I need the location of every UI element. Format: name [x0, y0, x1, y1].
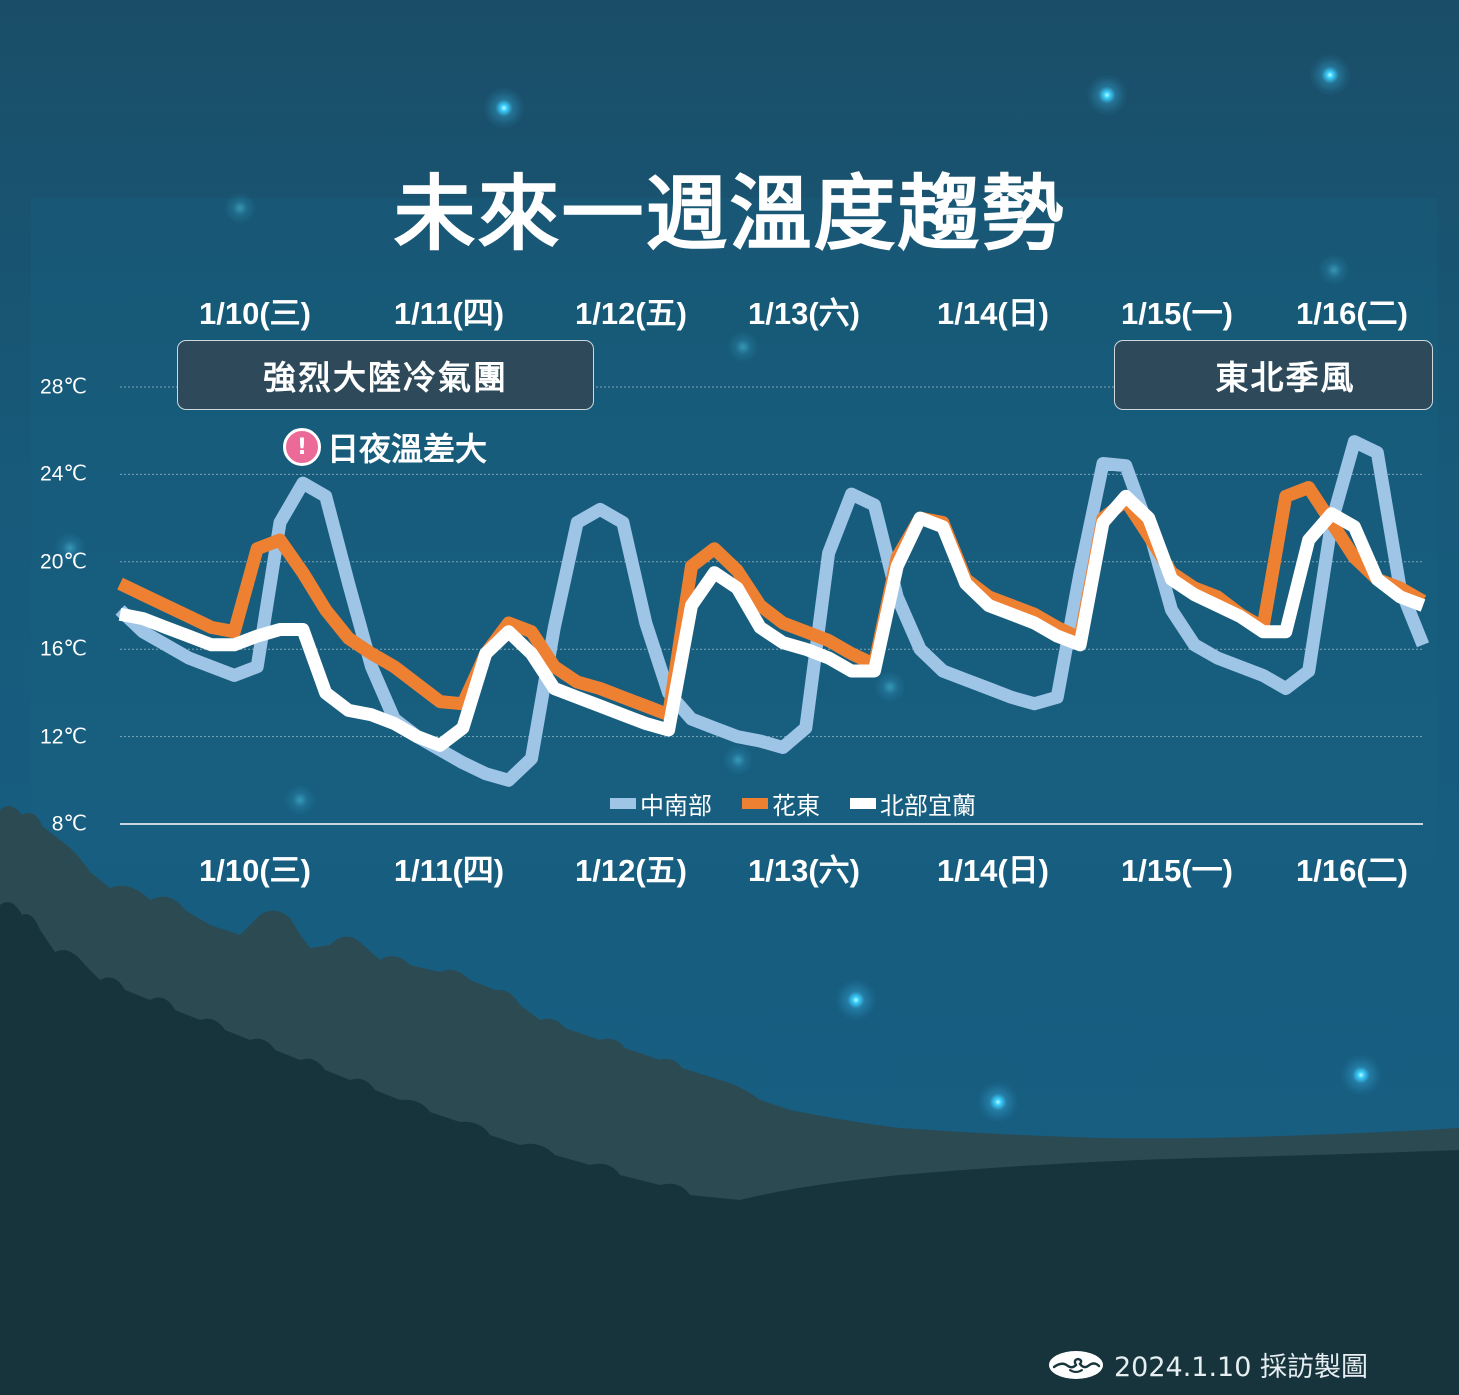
legend-label: 花東: [772, 792, 820, 820]
cold-air-mass-label: 強烈大陸冷氣團: [177, 340, 594, 410]
legend-label: 北部宜蘭: [880, 792, 976, 820]
alert-icon: !: [283, 428, 321, 466]
temperature-line-chart: [115, 386, 1430, 825]
chart-legend: 中南部 花東 北部宜蘭: [610, 786, 1006, 821]
legend-item-central-south: 中南部: [610, 786, 712, 821]
diurnal-range-note: ! 日夜溫差大: [283, 424, 487, 470]
footer-credit: 2024.1.10 採訪製圖: [1048, 1345, 1368, 1384]
legend-swatch: [610, 798, 636, 809]
cloud-logo-icon: [1049, 1350, 1103, 1379]
diurnal-range-text: 日夜溫差大: [327, 430, 488, 468]
legend-item-hualien-taitung: 花東: [742, 786, 820, 821]
northeast-monsoon-label: 東北季風: [1114, 340, 1433, 410]
legend-swatch: [742, 798, 768, 809]
legend-swatch: [850, 798, 876, 809]
legend-label: 中南部: [640, 792, 712, 820]
legend-item-north-yilan: 北部宜蘭: [850, 786, 976, 821]
footer-text: 2024.1.10 採訪製圖: [1114, 1352, 1368, 1383]
